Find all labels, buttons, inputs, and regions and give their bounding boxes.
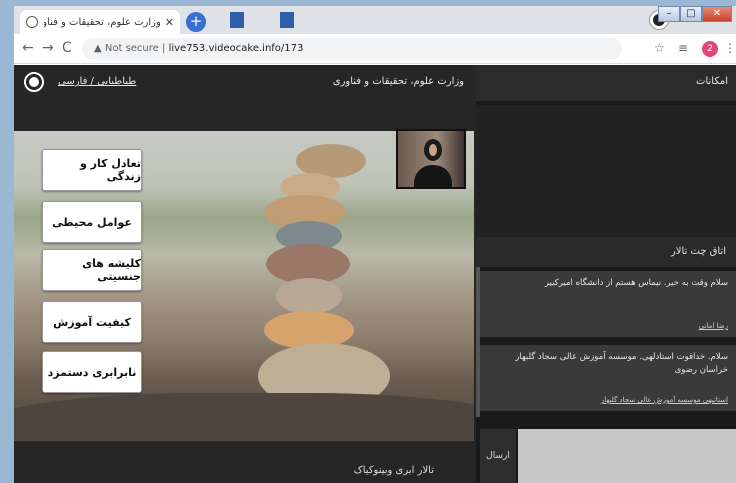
url-text: live753.videocake.info/173 — [168, 43, 304, 54]
presenter-head-graphic — [424, 139, 442, 161]
message-text: سلام وقت به خیر. نیماس هستم از دانشگاه ا… — [544, 278, 728, 288]
menu-icon[interactable]: ⋮ — [724, 41, 736, 55]
tab-strip: وزارت علوم، تحقیقات و فناوری ✕ + – □ ✕ — [14, 6, 736, 34]
back-icon[interactable]: ← — [22, 40, 34, 56]
sidebar-title: امکانات — [696, 76, 728, 87]
webinar-page: طباطبایی / فارسی وزارت علوم، تحقیقات و ف… — [14, 65, 736, 483]
reading-list-icon[interactable]: ≡ — [678, 41, 688, 55]
chat-message: سلام وقت به خیر. نیماس هستم از دانشگاه ا… — [480, 271, 736, 337]
browser-window: وزارت علوم، تحقیقات و فناوری ✕ + – □ ✕ ←… — [14, 6, 736, 483]
stone-graphic — [276, 278, 342, 314]
forward-icon[interactable]: → — [42, 40, 54, 56]
organization-title: وزارت علوم، تحقیقات و فناوری — [332, 76, 464, 87]
language-link[interactable]: طباطبایی / فارسی — [58, 76, 136, 87]
maximize-button[interactable]: □ — [680, 6, 702, 22]
chat-header: اتاق چت تالار — [476, 237, 736, 267]
presenter-webcam — [396, 129, 466, 189]
sidebar-video-area — [476, 105, 736, 237]
slide-item: کلیشه های جنسیتی — [42, 249, 142, 291]
rock-base-graphic — [14, 393, 474, 441]
profile-avatar[interactable]: 2 — [702, 41, 718, 57]
new-tab-button[interactable]: + — [186, 12, 206, 32]
message-author-link[interactable]: استاتیهی موسسه آموزش عالی سجاد گلبهار — [601, 394, 728, 407]
pinned-tab-icon[interactable] — [280, 12, 294, 28]
site-logo-icon — [24, 72, 44, 92]
reload-icon[interactable]: C — [62, 40, 72, 56]
page-header: طباطبایی / فارسی وزارت علوم، تحقیقات و ف… — [14, 65, 476, 101]
browser-tab[interactable]: وزارت علوم، تحقیقات و فناوری ✕ — [20, 10, 180, 34]
slide-item: نابرابری دستمزد — [42, 351, 142, 393]
hall-footer: تالار ابری وبینوکیاک — [14, 457, 476, 483]
message-author-link[interactable]: رضا امانی — [699, 320, 728, 333]
chat-title: اتاق چت تالار — [670, 246, 726, 257]
warning-icon: ▲ — [94, 43, 105, 54]
sidebar-header: امکانات — [476, 65, 736, 101]
message-text: سلام. خداقوت استادلهی. موسسه آموزش عالی … — [515, 352, 728, 375]
chat-input[interactable] — [518, 429, 736, 483]
tab-title: وزارت علوم، تحقیقات و فناوری — [44, 16, 161, 28]
sidebar-panel: امکانات اتاق چت تالار سلام وقت به خیر. ن… — [476, 65, 736, 483]
presentation-area: طباطبایی / فارسی وزارت علوم، تحقیقات و ف… — [14, 65, 476, 483]
window-controls: – □ ✕ — [658, 6, 732, 22]
browser-toolbar: ← → C ▲ Not secure | live753.videocake.i… — [14, 34, 736, 64]
slide-item: عوامل محیطی — [42, 201, 142, 243]
hall-name: تالار ابری وبینوکیاک — [353, 465, 434, 476]
security-label: Not secure — [104, 43, 159, 54]
send-button[interactable]: ارسال — [480, 429, 516, 483]
window-close-button[interactable]: ✕ — [702, 6, 732, 22]
slide-item: تعادل کار و زندگی — [42, 149, 142, 191]
minimize-button[interactable]: – — [658, 6, 680, 22]
pinned-tab-icon[interactable] — [230, 12, 244, 28]
slide-item: کیفیت آموزش — [42, 301, 142, 343]
chat-input-row: ارسال — [476, 425, 736, 483]
address-bar[interactable]: ▲ Not secure | live753.videocake.info/17… — [82, 38, 622, 60]
globe-icon — [26, 16, 38, 28]
bookmark-star-icon[interactable]: ☆ — [654, 41, 665, 55]
tab-close-icon[interactable]: ✕ — [165, 16, 174, 29]
chat-message: سلام. خداقوت استادلهی. موسسه آموزش عالی … — [480, 345, 736, 411]
